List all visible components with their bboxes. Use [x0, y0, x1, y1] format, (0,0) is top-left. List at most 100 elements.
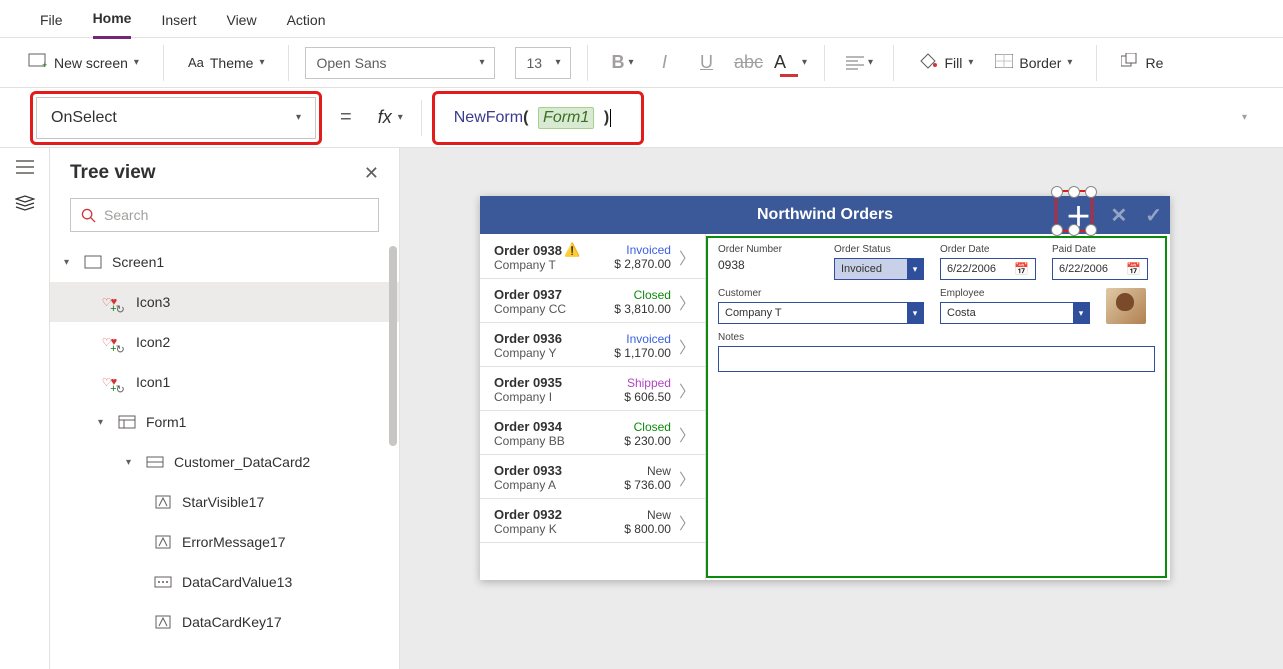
chevron-down-icon: ▾ [907, 302, 923, 324]
field-label: Customer [718, 288, 924, 299]
font-family-dropdown[interactable]: Open Sans ▾ [305, 47, 495, 79]
tree-node-icon3[interactable]: ♡♥ +↻ Icon3 [50, 282, 399, 322]
order-date-picker[interactable]: 6/22/2006📅 [940, 258, 1036, 280]
gallery-row[interactable]: Order 0935Company IShipped$ 606.50〉 [480, 367, 705, 411]
chevron-down-icon: ▾ [398, 112, 403, 123]
gallery-row[interactable]: Order 0934Company BBClosed$ 230.00〉 [480, 411, 705, 455]
chevron-right-icon: 〉 [679, 422, 695, 446]
fx-button[interactable]: fx▾ [370, 103, 411, 132]
field-label: Order Date [940, 244, 1036, 255]
employee-avatar [1106, 288, 1146, 324]
equals-label: = [340, 106, 352, 129]
fill-label: Fill [944, 55, 962, 71]
notes-input[interactable] [718, 346, 1155, 372]
formula-input[interactable]: NewForm( Form1 ) [438, 97, 638, 139]
theme-button[interactable]: Aa Theme ▾ [180, 51, 273, 75]
gallery-row[interactable]: Order 0936Company YInvoiced$ 1,170.00〉 [480, 323, 705, 367]
search-placeholder: Search [104, 207, 148, 223]
chevron-down-icon: ▾ [259, 57, 264, 68]
chevron-down-icon: ▾ [968, 57, 973, 68]
gallery-row[interactable]: Order 0933Company ANew$ 736.00〉 [480, 455, 705, 499]
canvas[interactable]: Northwind Orders ＋ ✕ ✓ Order 0938⚠️Co [400, 148, 1283, 669]
cancel-icon[interactable]: ✕ [1110, 203, 1127, 228]
tree-label: Icon1 [136, 374, 170, 390]
screen-icon: + [28, 53, 48, 72]
new-screen-button[interactable]: + New screen ▾ [20, 49, 147, 76]
accept-icon[interactable]: ✓ [1145, 203, 1162, 228]
strikethrough-button[interactable]: abc [730, 45, 766, 81]
tree-view-icon[interactable] [14, 192, 36, 214]
tree-label: Form1 [146, 414, 186, 430]
tree-label: Screen1 [112, 254, 164, 270]
menu-action[interactable]: Action [287, 6, 326, 38]
tree-node-screen1[interactable]: ▾ Screen1 [50, 242, 399, 282]
font-size-value: 13 [526, 55, 542, 71]
border-button[interactable]: Border ▾ [987, 50, 1080, 75]
order-form: Order Number 0938 Order Status Invoiced▾… [706, 236, 1167, 578]
menu-insert[interactable]: Insert [161, 6, 196, 38]
chevron-right-icon: 〉 [679, 378, 695, 402]
caret-icon: ▾ [64, 257, 74, 268]
ribbon: + New screen ▾ Aa Theme ▾ Open Sans ▾ 13… [0, 38, 1283, 88]
app-title-bar: Northwind Orders ＋ ✕ ✓ [480, 196, 1170, 234]
gallery-row[interactable]: Order 0937Company CCClosed$ 3,810.00〉 [480, 279, 705, 323]
orders-gallery[interactable]: Order 0938⚠️Company TInvoiced$ 2,870.00〉… [480, 234, 706, 580]
tree-node-star[interactable]: StarVisible17 [50, 482, 399, 522]
order-status-dropdown[interactable]: Invoiced▾ [834, 258, 924, 280]
chevron-down-icon: ▾ [134, 57, 139, 68]
tree-node-form1[interactable]: ▾ Form1 [50, 402, 399, 442]
gallery-row[interactable]: Order 0932Company KNew$ 800.00〉 [480, 499, 705, 543]
paid-date-picker[interactable]: 6/22/2006📅 [1052, 258, 1148, 280]
formula-expand-icon[interactable]: ▾ [1242, 112, 1247, 123]
reorder-button[interactable]: Re [1113, 49, 1171, 76]
font-color-button[interactable]: A▾ [772, 45, 808, 81]
chevron-down-icon: ▾ [1073, 302, 1089, 324]
theme-icon: Aa [188, 55, 204, 70]
label-icon [152, 535, 174, 549]
reorder-icon [1121, 53, 1139, 72]
tree-panel: Tree view ✕ Search ▾ Screen1 ♡♥ +↻ Icon3… [50, 148, 400, 669]
tree-node-datacard[interactable]: ▾ Customer_DataCard2 [50, 442, 399, 482]
tree-node-icon1[interactable]: ♡♥ +↻ Icon1 [50, 362, 399, 402]
align-button[interactable]: ▾ [841, 45, 877, 81]
formula-function: NewForm [454, 109, 523, 127]
theme-label: Theme [210, 55, 254, 71]
selection-outline [1055, 190, 1093, 232]
search-icon [81, 208, 96, 223]
property-dropdown[interactable]: OnSelect ▾ [36, 97, 316, 139]
border-icon [995, 54, 1013, 71]
tree-scrollbar[interactable] [389, 246, 397, 446]
gallery-row[interactable]: Order 0938⚠️Company TInvoiced$ 2,870.00〉 [480, 234, 705, 279]
label-icon [152, 495, 174, 509]
chevron-right-icon: 〉 [679, 290, 695, 314]
tree-node-dcv[interactable]: DataCardValue13 [50, 562, 399, 602]
formula-bar: OnSelect ▾ = fx▾ NewForm( Form1 ) ▾ [0, 88, 1283, 148]
italic-button[interactable]: I [646, 45, 682, 81]
bold-button[interactable]: B▾ [604, 45, 640, 81]
hamburger-icon[interactable] [14, 156, 36, 178]
customer-dropdown[interactable]: Company T▾ [718, 302, 924, 324]
menu-home[interactable]: Home [93, 4, 132, 39]
employee-dropdown[interactable]: Costa▾ [940, 302, 1090, 324]
fill-button[interactable]: Fill ▾ [910, 48, 981, 77]
tree-node-err[interactable]: ErrorMessage17 [50, 522, 399, 562]
chevron-right-icon: 〉 [679, 334, 695, 358]
calendar-icon: 📅 [1014, 262, 1029, 276]
menu-view[interactable]: View [226, 6, 256, 38]
chevron-down-icon: ▾ [907, 258, 923, 280]
close-icon[interactable]: ✕ [364, 163, 379, 184]
font-size-dropdown[interactable]: 13 ▾ [515, 47, 571, 79]
underline-button[interactable]: U [688, 45, 724, 81]
tree-search-input[interactable]: Search [70, 198, 379, 232]
field-label: Order Number [718, 244, 818, 255]
tree-label: Icon2 [136, 334, 170, 350]
formula-arg: Form1 [538, 107, 594, 129]
menu-file[interactable]: File [40, 6, 63, 38]
tree-node-icon2[interactable]: ♡♥ +↻ Icon2 [50, 322, 399, 362]
chevron-down-icon: ▾ [479, 57, 484, 68]
chevron-down-icon: ▾ [1067, 57, 1072, 68]
chevron-right-icon: 〉 [679, 466, 695, 490]
tree-label: StarVisible17 [182, 494, 264, 510]
label-icon [152, 615, 174, 629]
tree-node-dck[interactable]: DataCardKey17 [50, 602, 399, 642]
